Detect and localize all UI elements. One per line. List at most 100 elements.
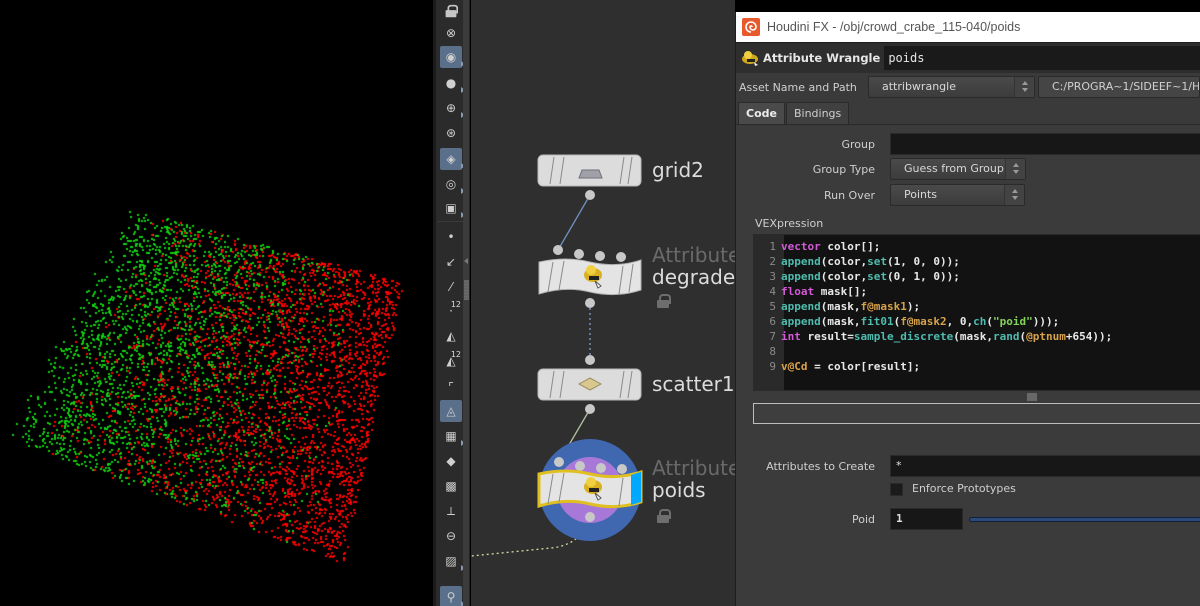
toolbar-button-bulb[interactable]: ● (440, 72, 465, 94)
toolbar-button-prim[interactable]: ◭ (440, 325, 462, 347)
brush-icon: ⁄ (449, 280, 452, 294)
code-line: 8 (754, 344, 1112, 359)
code-editor-resize-handle[interactable] (753, 391, 1200, 403)
display-flag (631, 472, 641, 505)
asset-name-dropdown[interactable]: attribwrangle (868, 76, 1035, 98)
toolbar-button-bulb-snap[interactable]: ⊛ (440, 122, 462, 144)
poid-label: Poid (851, 513, 875, 526)
toolbar-button-prim-number[interactable]: ◭ 12 (440, 350, 462, 372)
group-field[interactable] (890, 133, 1200, 155)
toolbar-button-shaded[interactable]: ◬ (440, 400, 462, 422)
toolbar-button-circle[interactable]: ⊖ (440, 525, 462, 547)
param-group: Group (736, 133, 1200, 157)
toolbar-button-point[interactable]: • (440, 226, 462, 248)
tab-bindings[interactable]: Bindings (785, 102, 850, 124)
viewport-display-toolbar: ⊗ ◉ ● ⊕ ⊛ ◈ ◎ ▣ • ↙ ⁄ · 12 ◭ ◭ 12 ⌜ ◬ ▦ ◆ ▩ ⟂ ⊖ ▨ ⚲ (433, 0, 465, 606)
asset-path-field[interactable]: C:/PROGRA~1/SIDEEF~1/HOUDINI (1038, 76, 1200, 98)
toolbar-button-close-circle[interactable]: ⊗ (440, 22, 462, 44)
run-over-dropdown[interactable]: Points (890, 184, 1025, 206)
enforce-prototypes-label: Enforce Prototypes (912, 482, 1016, 495)
poid-value-field[interactable]: 1 (890, 508, 963, 530)
toolbar-button-bulb-plus[interactable]: ⊕ (440, 97, 465, 119)
toolbar-button-camera-view[interactable]: ◈ (440, 148, 465, 170)
grid-icon (578, 169, 603, 179)
code-line: 2 append(color,set(1, 0, 0)); (754, 254, 1112, 269)
node-type-label-poids: Attribute (652, 456, 735, 480)
splitter-grip[interactable] (464, 280, 469, 300)
bulb-icon: ● (445, 76, 457, 90)
output-connector (585, 190, 595, 200)
circle-icon: ⊖ (445, 529, 457, 543)
line-number: 6 (769, 315, 776, 328)
node-label-scatter1[interactable]: scatter1 (652, 373, 735, 395)
line-number: 3 (769, 270, 776, 283)
node-label-degrade[interactable]: degrade (652, 266, 735, 288)
camera-view-icon: ◈ (446, 152, 456, 166)
parameter-window: Houdini FX - /obj/crowd_crabe_115-040/po… (735, 12, 1200, 606)
pane-splitter[interactable] (463, 0, 470, 606)
toolbar-button-camera[interactable]: ▣ (440, 197, 465, 219)
visibility-icon: ◎ (445, 177, 457, 191)
toolbar-button-axes[interactable]: ⟂ (440, 500, 462, 522)
tab-code[interactable]: Code (738, 102, 785, 124)
window-title: Houdini FX - /obj/crowd_crabe_115-040/po… (767, 20, 1021, 34)
node-poids[interactable] (537, 439, 643, 541)
collapse-arrow-icon[interactable] (464, 258, 468, 264)
wrangle-icon (742, 51, 758, 66)
line-number: 4 (769, 285, 776, 298)
toolbar-button-checker[interactable]: ▦ (440, 425, 465, 447)
lock-icon (445, 4, 459, 18)
code-text: append(color,set(1, 0, 0)); (781, 255, 960, 268)
param-tabs: Code Bindings (736, 101, 1200, 125)
op-type-label: Attribute Wrangle (763, 51, 881, 65)
line-number: 1 (769, 240, 776, 253)
asset-name-value: attribwrangle (882, 80, 956, 93)
param-poid: Poid 1 (736, 508, 1200, 532)
line-number: 8 (769, 345, 776, 358)
3d-viewport[interactable] (0, 0, 433, 606)
poid-slider[interactable] (969, 517, 1200, 522)
toolbar-badge-text: 12 (450, 300, 461, 309)
toolbar-button-light[interactable]: ◉ (440, 46, 465, 68)
toolbar-button-point-number[interactable]: · 12 (440, 300, 462, 322)
code-lines: 1 vector color[]; 2 append(color,set(1, 0, … (754, 239, 1112, 374)
lock-icon (657, 294, 671, 308)
diamond-icon: ◆ (446, 454, 456, 468)
node-label-poids[interactable]: poids (652, 479, 706, 501)
toolbar-button-normal[interactable]: ↙ (440, 251, 462, 273)
network-editor[interactable]: grid2 Attribute degrade scatter1 Attribu… (471, 0, 735, 606)
prim-icon: ◭ (446, 329, 456, 343)
toolbar-button-brush[interactable]: ⁄ (440, 276, 462, 298)
uv-icon: ▩ (445, 479, 457, 493)
toolbar-button-pin[interactable]: ⚲ (440, 586, 465, 606)
line-number: 5 (769, 300, 776, 313)
enforce-prototypes-checkbox[interactable] (890, 483, 903, 496)
group-type-dropdown[interactable]: Guess from Group (890, 158, 1026, 180)
node-degrade[interactable] (538, 245, 642, 308)
node-label-grid2[interactable]: grid2 (652, 159, 704, 181)
light-icon: ◉ (445, 50, 457, 64)
toolbar-button-edge[interactable]: ⌜ (440, 376, 462, 398)
node-scatter1[interactable] (537, 355, 642, 414)
group-type-label: Group Type (812, 163, 875, 176)
code-line: 5 append(mask,f@mask1); (754, 299, 1112, 314)
toolbar-button-lock[interactable] (440, 0, 462, 22)
wire-grid2-degrade (557, 194, 591, 251)
node-grid2[interactable] (537, 154, 642, 200)
toolbar-button-uv[interactable]: ▩ (440, 475, 462, 497)
node-name-field[interactable] (884, 46, 1200, 70)
toolbar-button-visibility[interactable]: ◎ (440, 173, 465, 195)
op-type-menu[interactable]: Attribute Wrangle (740, 49, 880, 67)
dropdown-arrows-icon (1004, 185, 1024, 205)
param-run-over: Run Over Points (736, 184, 1200, 208)
title-bar[interactable]: Houdini FX - /obj/crowd_crabe_115-040/po… (736, 12, 1200, 42)
toolbar-button-background[interactable]: ▨ (440, 550, 465, 572)
code-text: vector color[]; (781, 240, 881, 253)
run-over-label: Run Over (823, 189, 875, 202)
toolbar-button-diamond[interactable]: ◆ (440, 450, 462, 472)
vex-code-editor[interactable]: 1 vector color[]; 2 append(color,set(1, 0, … (753, 234, 1200, 391)
line-number: 2 (769, 255, 776, 268)
attributes-to-create-field[interactable]: * (890, 455, 1200, 477)
node-header: Attribute Wrangle (736, 42, 1200, 73)
param-attributes-to-create: Attributes to Create * (736, 455, 1200, 479)
